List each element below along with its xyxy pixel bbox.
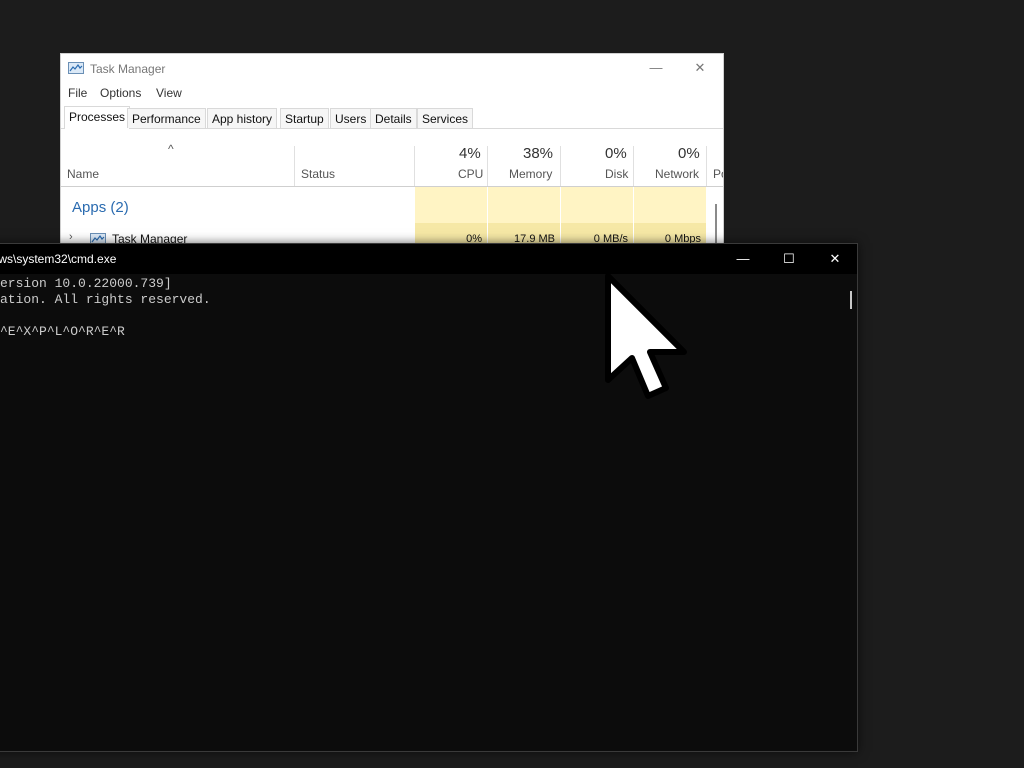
console-line: orporation. All rights reserved. (0, 292, 211, 307)
cmd-minimize-button[interactable]: — (728, 249, 758, 269)
tab-performance[interactable]: Performance (127, 108, 206, 128)
disk-percent[interactable]: 0% (605, 145, 627, 162)
column-status[interactable]: Status (301, 167, 335, 181)
cmd-window: \Windows\system32\cmd.exe — ☐ ✕ ws [Vers… (0, 243, 858, 752)
menu-file[interactable]: File (68, 86, 87, 100)
tab-bar: Processes Performance App history Startu… (61, 106, 723, 129)
cmd-console-output[interactable]: ws [Version 10.0.22000.739] orporation. … (0, 275, 846, 751)
cmd-scrollbar[interactable] (847, 275, 857, 751)
menu-options[interactable]: Options (100, 86, 141, 100)
cmd-scrollbar-thumb[interactable] (850, 291, 852, 309)
tab-users[interactable]: Users (330, 108, 372, 128)
column-divider[interactable] (633, 146, 634, 186)
sort-indicator-icon: ^ (168, 142, 174, 156)
tab-startup[interactable]: Startup (280, 108, 329, 128)
memory-percent[interactable]: 38% (523, 145, 553, 162)
column-memory[interactable]: Memory (509, 167, 552, 181)
menu-view[interactable]: View (156, 86, 182, 100)
column-header-row: ^ Name Status 4% CPU 38% Memory 0% Disk … (61, 128, 723, 187)
column-divider[interactable] (414, 146, 415, 186)
task-manager-window: Task Manager — ✕ File Options View Proce… (60, 53, 724, 253)
cmd-window-title: \Windows\system32\cmd.exe (0, 252, 117, 266)
column-power[interactable]: Po (713, 167, 723, 181)
close-button[interactable]: ✕ (685, 58, 715, 78)
column-disk[interactable]: Disk (605, 167, 628, 181)
column-divider[interactable] (706, 146, 707, 186)
window-title: Task Manager (90, 62, 166, 76)
console-line: ws [Version 10.0.22000.739] (0, 276, 172, 291)
apps-group-header[interactable]: Apps (2) (72, 199, 129, 216)
column-network[interactable]: Network (655, 167, 699, 181)
task-manager-app-icon (68, 62, 84, 74)
mouse-pointer-icon (605, 273, 687, 399)
expand-chevron-icon[interactable]: › (69, 231, 73, 243)
column-name[interactable]: Name (67, 167, 99, 181)
tab-app-history[interactable]: App history (207, 108, 278, 128)
column-divider[interactable] (487, 146, 488, 186)
task-manager-titlebar[interactable]: Task Manager — ✕ (61, 54, 723, 82)
maximize-spacer (640, 58, 670, 78)
menu-bar: File Options View (61, 84, 723, 102)
tab-details[interactable]: Details (370, 108, 417, 128)
cmd-close-button[interactable]: ✕ (820, 249, 850, 269)
column-divider[interactable] (294, 146, 295, 186)
network-percent[interactable]: 0% (678, 145, 700, 162)
console-prompt-line: em32>^E^X^P^L^O^R^E^R (0, 324, 125, 339)
cpu-percent[interactable]: 4% (459, 145, 481, 162)
column-cpu[interactable]: CPU (458, 167, 483, 181)
cmd-maximize-button[interactable]: ☐ (774, 249, 804, 269)
tab-processes[interactable]: Processes (64, 106, 131, 129)
cmd-titlebar[interactable]: \Windows\system32\cmd.exe — ☐ ✕ (0, 244, 857, 274)
column-divider[interactable] (560, 146, 561, 186)
tab-services[interactable]: Services (417, 108, 474, 128)
